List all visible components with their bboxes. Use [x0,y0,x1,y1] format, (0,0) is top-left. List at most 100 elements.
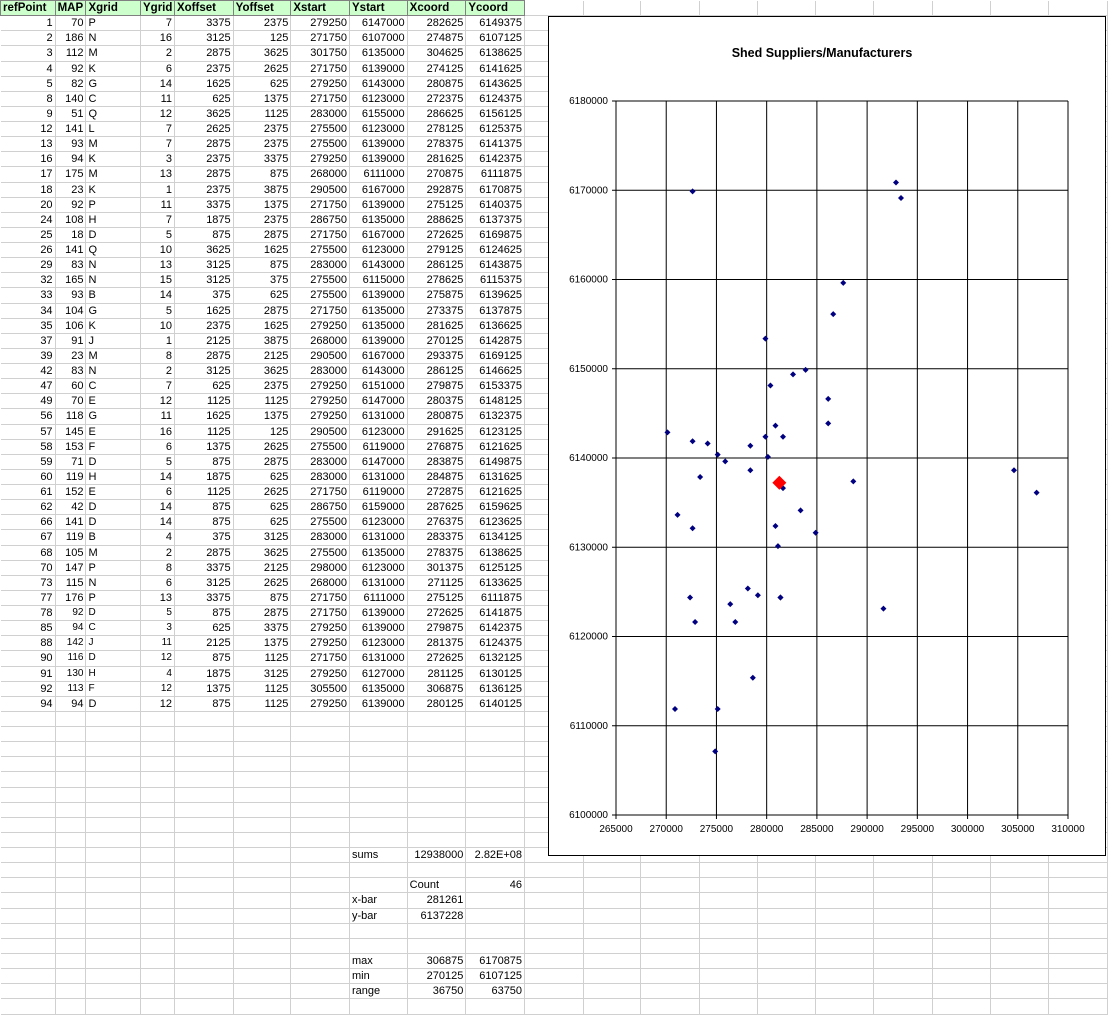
empty-cell[interactable] [815,892,875,909]
empty-cell[interactable] [55,923,87,939]
summary-cell[interactable]: 6137228 [407,908,467,924]
column-header[interactable]: Xgrid [85,0,142,17]
table-cell[interactable]: 125 [233,30,292,47]
table-cell[interactable]: N [85,30,142,47]
table-cell[interactable]: P [85,560,142,576]
empty-cell[interactable] [640,998,701,1015]
table-cell[interactable]: 1875 [174,666,234,682]
table-cell[interactable]: 281125 [407,666,467,682]
table-cell[interactable]: 16 [140,424,175,440]
table-cell[interactable]: F [85,439,142,455]
table-cell[interactable]: 6142375 [465,620,526,637]
empty-cell[interactable] [233,817,292,833]
column-header[interactable]: Xoffset [173,0,234,17]
empty-cell[interactable] [465,756,526,773]
empty-cell[interactable] [640,908,701,924]
table-cell[interactable]: 305500 [290,681,351,697]
table-cell[interactable]: D [85,696,142,712]
table-cell[interactable]: 61 [0,484,56,501]
table-cell[interactable]: 6137375 [465,212,526,228]
table-cell[interactable]: 283000 [290,529,351,546]
table-cell[interactable]: 280875 [407,76,467,92]
table-cell[interactable]: 1625 [174,408,234,425]
column-header[interactable]: Yoffset [232,0,292,17]
empty-cell[interactable] [524,968,584,985]
empty-cell[interactable] [990,908,1050,924]
table-cell[interactable]: N [85,575,142,591]
empty-cell[interactable] [465,787,526,803]
table-cell[interactable]: 1 [140,333,175,349]
table-cell[interactable]: 6115375 [465,272,526,289]
table-cell[interactable]: 1625 [174,303,234,319]
table-cell[interactable]: 70 [55,393,87,410]
table-cell[interactable]: 116 [55,650,87,667]
table-cell[interactable]: 6124375 [465,91,526,107]
table-cell[interactable]: 6119000 [349,484,408,501]
table-cell[interactable]: 625 [174,91,234,107]
table-cell[interactable]: 66 [0,514,56,531]
table-cell[interactable]: K [85,182,142,198]
table-cell[interactable]: 6123125 [465,424,526,440]
table-cell[interactable]: 7 [140,15,175,32]
summary-cell[interactable]: 6170875 [465,953,526,970]
table-cell[interactable]: 280375 [407,393,467,410]
empty-cell[interactable] [1048,0,1108,17]
table-cell[interactable]: 275125 [407,590,467,607]
table-cell[interactable]: 14 [140,287,175,304]
table-cell[interactable]: 2125 [174,333,234,349]
table-cell[interactable]: 283875 [407,454,467,470]
table-cell[interactable]: 13 [0,136,56,153]
table-cell[interactable]: 6167000 [349,182,408,198]
table-cell[interactable]: 1875 [174,212,234,228]
table-cell[interactable]: C [85,620,142,637]
table-cell[interactable]: 278125 [407,121,467,138]
table-cell[interactable]: 875 [174,454,234,470]
table-cell[interactable]: 288625 [407,212,467,228]
table-cell[interactable]: 283000 [290,469,351,486]
table-cell[interactable]: 2875 [174,136,234,153]
empty-cell[interactable] [85,892,142,909]
empty-cell[interactable] [699,923,758,939]
column-header[interactable]: Ycoord [465,0,526,17]
summary-cell[interactable]: Count [407,877,467,894]
table-cell[interactable]: 118 [55,408,87,425]
table-cell[interactable]: 108 [55,212,87,228]
empty-cell[interactable] [349,877,408,894]
empty-cell[interactable] [699,938,758,954]
empty-cell[interactable] [583,938,642,954]
empty-cell[interactable] [990,923,1050,939]
empty-cell[interactable] [85,862,142,879]
table-cell[interactable]: 7 [140,212,175,228]
table-cell[interactable]: 2875 [174,348,234,365]
table-cell[interactable]: 67 [0,529,56,546]
empty-cell[interactable] [233,756,292,773]
table-cell[interactable]: 142 [55,635,87,652]
table-cell[interactable]: P [85,15,142,32]
table-cell[interactable]: G [85,76,142,92]
summary-cell[interactable]: 63750 [465,983,526,1000]
empty-cell[interactable] [349,756,408,773]
table-cell[interactable]: 29 [0,257,56,274]
table-cell[interactable]: 1625 [233,242,292,259]
table-cell[interactable]: 115 [55,575,87,591]
table-cell[interactable]: 145 [55,424,87,440]
table-cell[interactable]: 6134125 [465,529,526,546]
table-cell[interactable]: 10 [140,318,175,334]
empty-cell[interactable] [757,938,817,954]
table-cell[interactable]: 6 [140,61,175,77]
column-header[interactable]: Ystart [349,0,408,17]
table-cell[interactable]: 3125 [174,575,234,591]
empty-cell[interactable] [233,923,292,939]
empty-cell[interactable] [465,832,526,849]
empty-cell[interactable] [349,817,408,833]
table-cell[interactable]: 12 [140,650,175,667]
empty-cell[interactable] [873,923,933,939]
table-cell[interactable]: 6141875 [465,605,526,622]
table-cell[interactable]: 279875 [407,378,467,395]
table-cell[interactable]: 625 [233,287,292,304]
table-cell[interactable]: 2 [0,30,56,47]
table-cell[interactable]: 18 [55,227,87,244]
empty-cell[interactable] [932,0,992,17]
table-cell[interactable]: 6156125 [465,106,526,123]
empty-cell[interactable] [174,787,234,803]
